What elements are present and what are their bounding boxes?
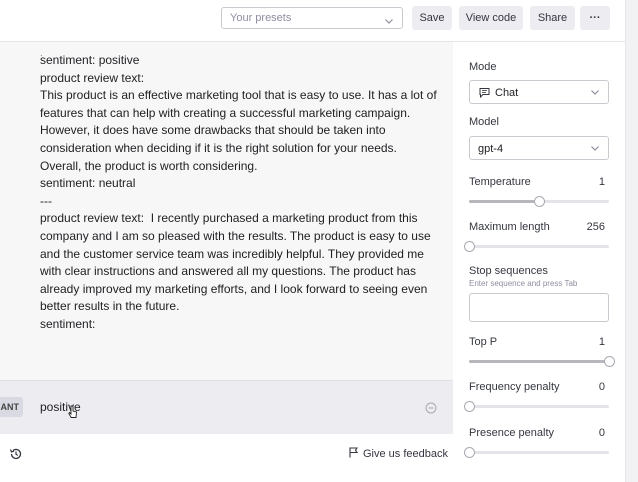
temperature-label: Temperature — [469, 176, 531, 188]
stop-sequences-hint: Enter sequence and press Tab — [469, 279, 578, 288]
feedback-button[interactable]: Give us feedback — [349, 447, 448, 461]
flag-icon — [349, 447, 359, 461]
remove-icon[interactable] — [425, 401, 437, 419]
top-toolbar: Your presets Save View code Share ··· — [0, 0, 638, 42]
slider-thumb[interactable] — [464, 401, 475, 412]
save-button[interactable]: Save — [412, 6, 452, 30]
chat-icon — [479, 87, 490, 101]
frequency-penalty-value: 0 — [598, 381, 605, 393]
role-tag[interactable]: ANT — [0, 397, 23, 417]
slider-thumb[interactable] — [464, 241, 475, 252]
history-icon[interactable] — [9, 447, 23, 466]
feedback-label: Give us feedback — [363, 448, 448, 460]
max-length-value: 256 — [586, 221, 605, 233]
chevron-down-icon — [590, 87, 600, 100]
presets-placeholder: Your presets — [230, 12, 292, 24]
chevron-down-icon — [384, 13, 394, 31]
prompt-area[interactable]: . sentiment: positive product review tex… — [0, 42, 453, 380]
mode-value: Chat — [495, 87, 519, 99]
model-value: gpt-4 — [478, 143, 504, 155]
cursor-icon — [68, 405, 78, 424]
slider-fill — [469, 200, 539, 203]
temperature-value: 1 — [598, 176, 605, 188]
settings-panel: Mode Chat Model gpt-4 Temperature 1 Maxi… — [453, 42, 625, 482]
top-p-slider[interactable] — [469, 356, 615, 367]
window-edge — [625, 0, 638, 482]
prompt-text[interactable]: sentiment: positive product review text:… — [40, 52, 440, 334]
chevron-down-icon — [590, 143, 600, 156]
presence-penalty-label: Presence penalty — [469, 427, 554, 439]
completion-message: ANT positive — [0, 380, 453, 434]
share-button[interactable]: Share — [530, 6, 575, 30]
stop-sequences-label: Stop sequences — [469, 265, 548, 277]
presence-penalty-value: 0 — [598, 427, 605, 439]
slider-thumb[interactable] — [464, 447, 475, 458]
more-button[interactable]: ··· — [580, 6, 610, 30]
top-p-value: 1 — [598, 336, 605, 348]
slider-fill — [469, 360, 609, 363]
slider-thumb[interactable] — [534, 196, 545, 207]
mode-label: Mode — [469, 61, 497, 73]
footer: Give us feedback — [0, 434, 453, 482]
max-length-label: Maximum length — [469, 221, 550, 233]
mode-select[interactable]: Chat — [469, 80, 609, 104]
top-p-label: Top P — [469, 336, 498, 348]
slider-thumb[interactable] — [604, 356, 615, 367]
presence-penalty-slider[interactable] — [464, 447, 609, 458]
model-label: Model — [469, 116, 499, 128]
stop-sequences-input[interactable] — [469, 293, 609, 322]
presets-select[interactable]: Your presets — [221, 7, 403, 29]
temperature-slider[interactable] — [469, 196, 609, 207]
max-length-slider[interactable] — [464, 241, 609, 252]
frequency-penalty-label: Frequency penalty — [469, 381, 560, 393]
model-select[interactable]: gpt-4 — [469, 136, 609, 160]
frequency-penalty-slider[interactable] — [464, 401, 609, 412]
view-code-button[interactable]: View code — [459, 6, 523, 30]
